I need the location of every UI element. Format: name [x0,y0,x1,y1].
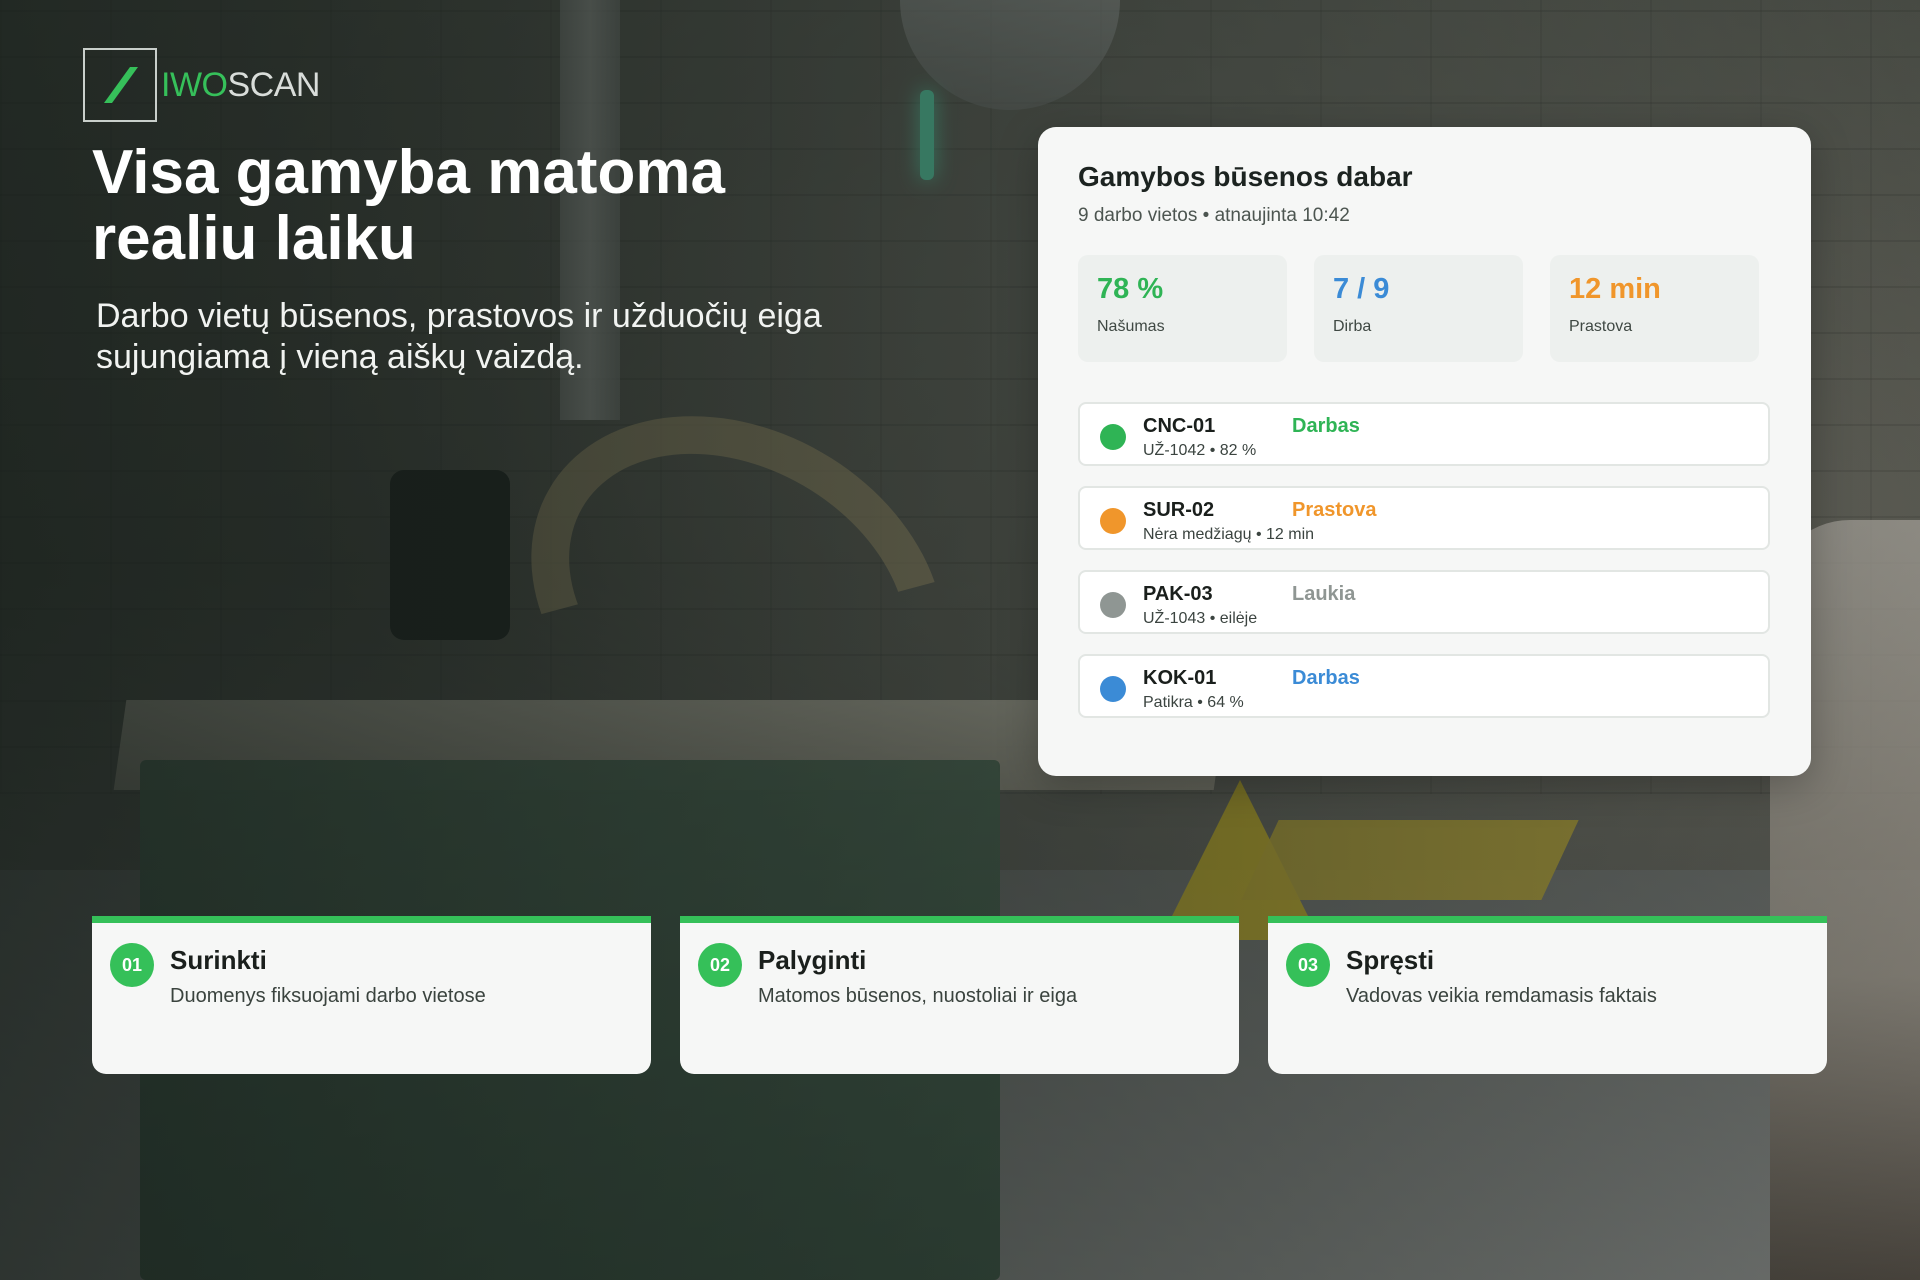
workstation-status: Laukia [1292,583,1356,605]
logo-mark-icon [83,48,157,122]
workstation-row[interactable]: KOK-01 Patikra • 64 % Darbas [1078,654,1770,718]
step-title: Palyginti [758,945,867,975]
panel-title: Gamybos būsenos dabar [1078,161,1413,192]
workstation-status: Darbas [1292,415,1360,437]
step-number-badge: 02 [698,943,742,987]
status-panel: Gamybos būsenos dabar 9 darbo vietos • a… [1038,127,1811,776]
step-title: Surinkti [170,945,267,975]
stat-value: 7 / 9 [1333,273,1390,305]
workstation-list: CNC-01 UŽ-1042 • 82 % Darbas SUR-02 Nėra… [1078,402,1771,718]
step-description: Matomos būsenos, nuostoliai ir eiga [758,985,1078,1007]
stat-card-efficiency: 78 % Našumas [1078,255,1287,362]
status-dot-icon [1100,676,1126,702]
workstation-row[interactable]: PAK-03 UŽ-1043 • eilėje Laukia [1078,570,1770,634]
stat-card-working: 7 / 9 Dirba [1314,255,1523,362]
step-title: Spręsti [1346,945,1435,975]
workstation-detail: UŽ-1042 • 82 % [1143,442,1257,459]
step-card-compare: 02 Palyginti Matomos būsenos, nuostoliai… [680,916,1239,1074]
stat-card-downtime: 12 min Prastova [1550,255,1759,362]
hero-title: Visa gamyba matoma realiu laiku [92,138,725,273]
step-card-collect: 01 Surinkti Duomenys fiksuojami darbo vi… [92,916,651,1074]
kpi-stats: 78 % Našumas 7 / 9 Dirba 12 min Prastova [1078,255,1771,362]
stat-label: Prastova [1569,318,1633,335]
logo: IWOSCAN [83,48,320,122]
logo-wordmark-part-b: SCAN [227,65,320,104]
step-description: Vadovas veikia remdamasis faktais [1346,985,1657,1007]
workstation-detail: Patikra • 64 % [1143,694,1244,711]
status-dot-icon [1100,592,1126,618]
workstation-status: Prastova [1292,499,1377,521]
workstation-row[interactable]: SUR-02 Nėra medžiagų • 12 min Prastova [1078,486,1770,550]
hero-subtitle: Darbo vietų būsenos, prastovos ir užduoč… [96,297,822,376]
panel-subtitle: 9 darbo vietos • atnaujinta 10:42 [1078,205,1350,226]
stat-value: 12 min [1569,273,1661,305]
stat-value: 78 % [1097,273,1164,305]
workstation-status: Darbas [1292,667,1360,689]
step-description: Duomenys fiksuojami darbo vietose [170,985,486,1007]
status-dot-icon [1100,424,1126,450]
step-card-decide: 03 Spręsti Vadovas veikia remdamasis fak… [1268,916,1827,1074]
workstation-name: PAK-03 [1143,583,1213,605]
workstation-row[interactable]: CNC-01 UŽ-1042 • 82 % Darbas [1078,402,1770,466]
workstation-name: SUR-02 [1143,499,1215,521]
workstation-name: CNC-01 [1143,415,1216,437]
step-number-badge: 01 [110,943,154,987]
workstation-detail: Nėra medžiagų • 12 min [1143,526,1315,543]
logo-wordmark-part-a: IWO [161,65,228,104]
step-number-badge: 03 [1286,943,1330,987]
logo-wordmark: IWOSCAN [161,66,320,105]
status-dot-icon [1100,508,1126,534]
stat-label: Našumas [1097,318,1165,335]
workstation-detail: UŽ-1043 • eilėje [1143,610,1258,627]
stat-label: Dirba [1333,318,1372,335]
workstation-name: KOK-01 [1143,667,1217,689]
process-steps: 01 Surinkti Duomenys fiksuojami darbo vi… [92,916,1827,1074]
